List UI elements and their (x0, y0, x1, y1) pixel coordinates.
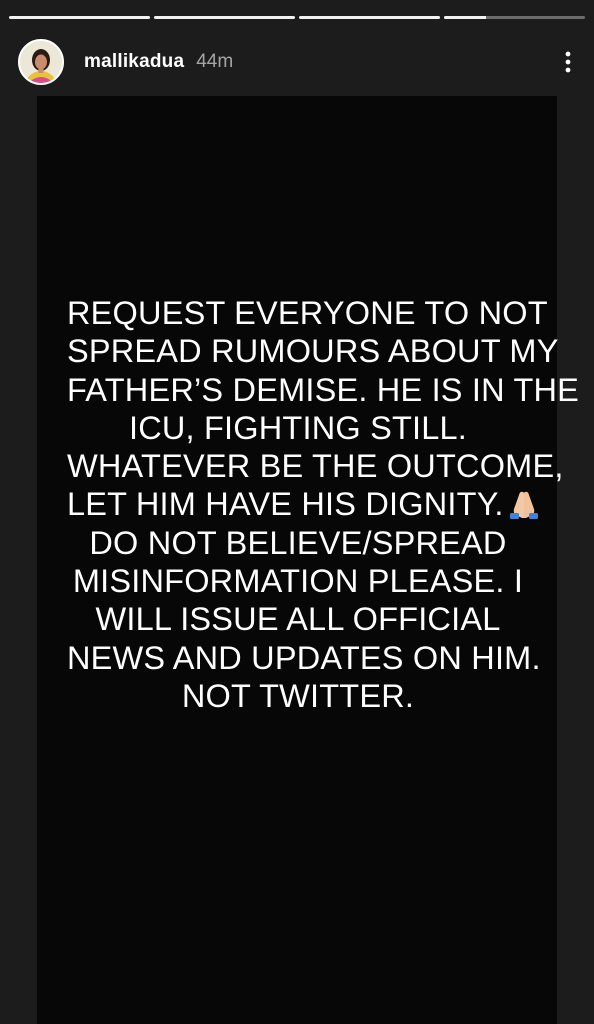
progress-segment (154, 16, 295, 19)
message-line: NOT TWITTER. (181, 677, 415, 714)
progress-segment (9, 16, 150, 19)
progress-segment (444, 16, 585, 19)
profile-avatar[interactable] (18, 39, 64, 85)
more-options-button[interactable] (556, 46, 580, 78)
message-line: REQUEST EVERYONE TO NOT (67, 295, 548, 331)
folded-hands-emoji (509, 492, 538, 520)
story-message: REQUEST EVERYONE TO NOT SPREAD RUMOURS A… (67, 294, 580, 715)
story-timestamp: 44m (196, 51, 234, 72)
avatar-image (20, 41, 62, 83)
story-progress-bar (9, 16, 585, 20)
story-content[interactable]: REQUEST EVERYONE TO NOT SPREAD RUMOURS A… (37, 96, 580, 1024)
message-line: WHATEVER BE THE OUTCOME, (67, 448, 564, 485)
more-vertical-icon (565, 51, 571, 73)
message-line: DO NOT BELIEVE/SPREAD (89, 524, 507, 561)
progress-segment (299, 16, 440, 19)
author-username[interactable]: mallikadua (84, 51, 184, 73)
story-viewer[interactable]: mallikadua 44m REQUEST EVERYONE TO NOT S… (0, 0, 594, 1024)
message-line: SPREAD RUMOURS ABOUT MY (67, 333, 559, 370)
message-line-with-emoji: LET HIM HAVE HIS DIGNITY. (67, 485, 538, 523)
message-line: MISINFORMATION PLEASE. I (72, 563, 524, 600)
message-line: WILL ISSUE ALL OFFICIAL (95, 601, 501, 638)
message-line: ICU, FIGHTING STILL. (128, 409, 468, 446)
message-line: NEWS AND UPDATES ON HIM. (67, 639, 541, 676)
story-header: mallikadua 44m (18, 38, 580, 86)
message-line: FATHER’S DEMISE. HE IS IN THE (67, 371, 580, 408)
message-line: LET HIM HAVE HIS DIGNITY. (67, 486, 504, 523)
